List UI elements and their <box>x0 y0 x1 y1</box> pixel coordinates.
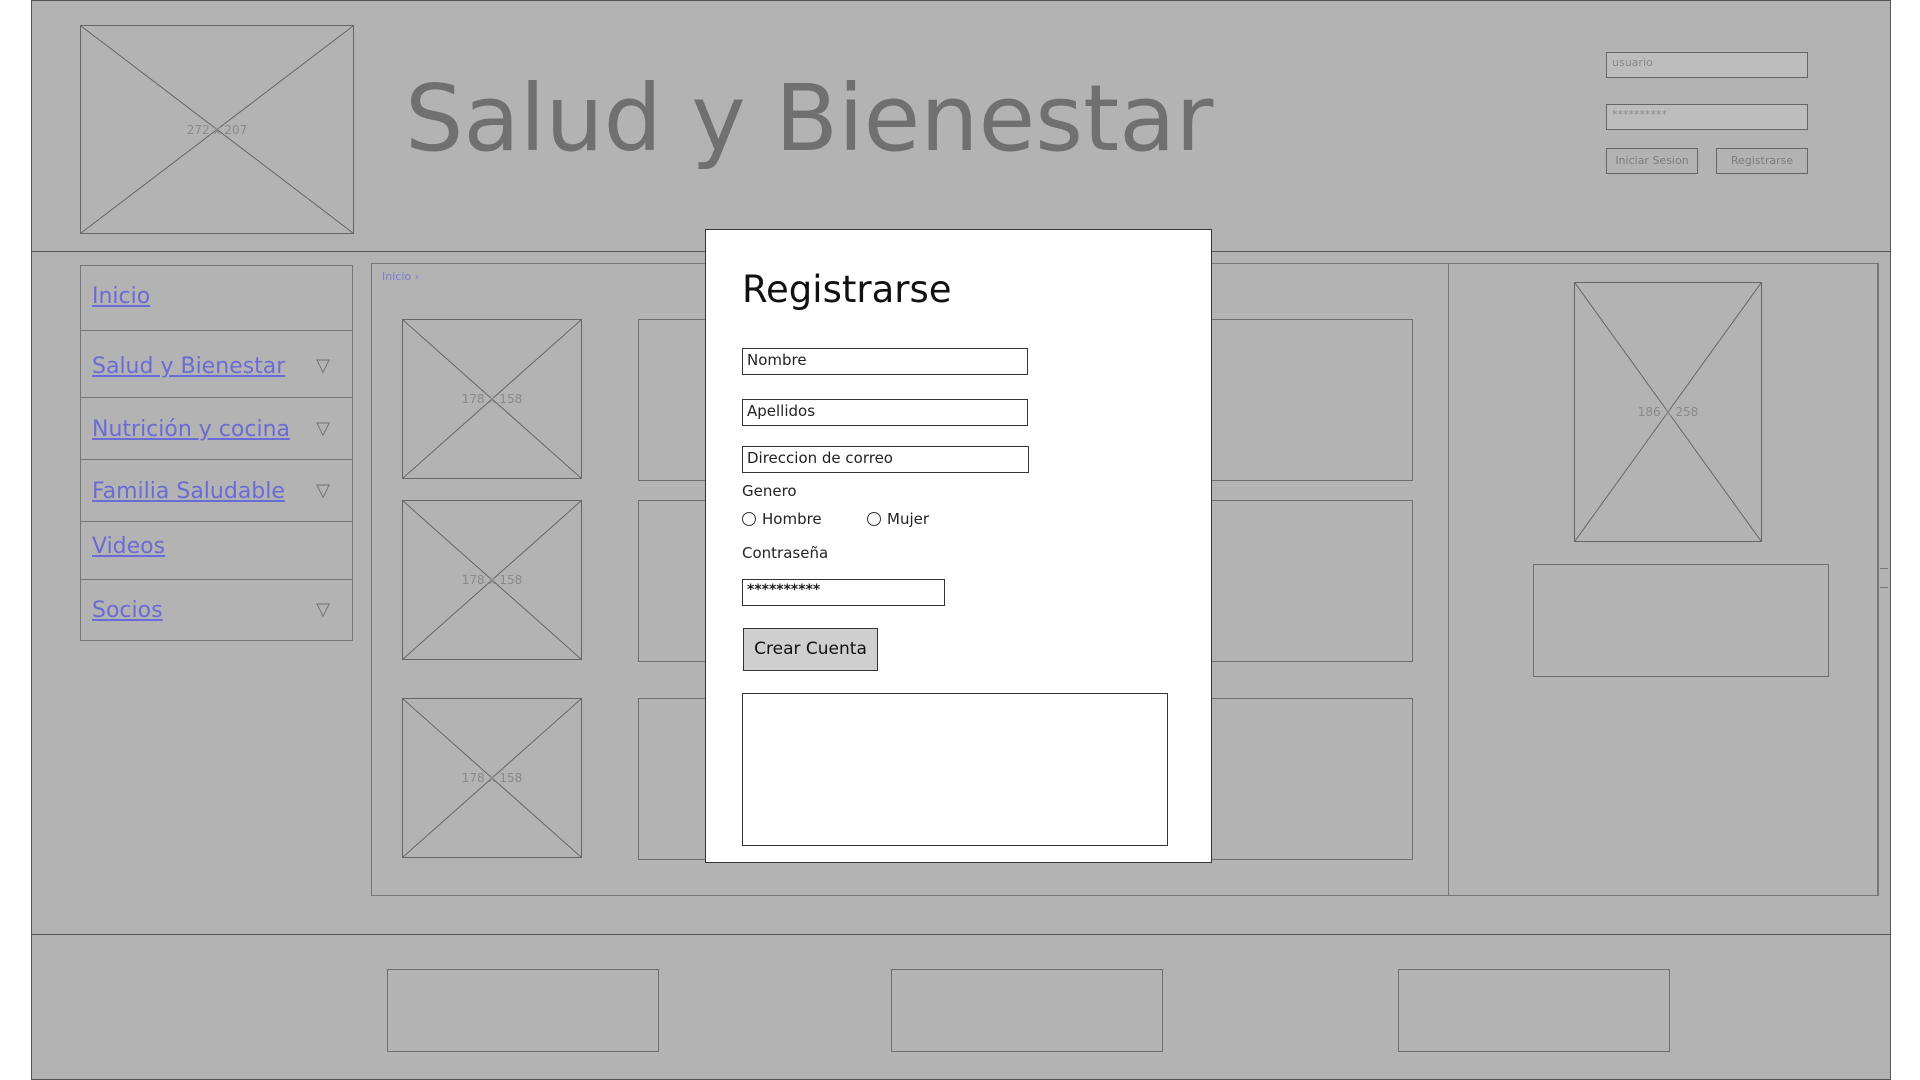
name-field[interactable]: Nombre <box>742 348 1028 375</box>
scrollbar-thumb-grip[interactable] <box>1880 568 1888 588</box>
thumb-dim-label: 178 x 158 <box>461 392 523 406</box>
chevron-down-icon: ▽ <box>316 418 330 439</box>
chevron-down-icon: ▽ <box>316 355 330 376</box>
thumbnail-image: 178 x 158 <box>402 698 582 858</box>
side-text-box <box>1533 564 1829 677</box>
sidebar-item-familia[interactable]: Familia Saludable ▽ <box>81 460 352 522</box>
chevron-down-icon: ▽ <box>316 599 330 620</box>
sidebar-item-salud[interactable]: Salud y Bienestar ▽ <box>81 331 352 398</box>
sidebar-item-label: Inicio <box>92 284 151 309</box>
side-image-dim-label: 186 x 258 <box>1637 405 1699 419</box>
sidebar-item-label: Socios <box>92 598 163 623</box>
message-textarea[interactable] <box>742 693 1168 846</box>
sidebar-item-videos[interactable]: Videos <box>81 522 352 580</box>
gender-label: Genero <box>742 482 797 500</box>
radio-hombre[interactable] <box>742 512 756 526</box>
create-account-button[interactable]: Crear Cuenta <box>743 628 878 671</box>
password-field[interactable]: ********** <box>742 579 945 606</box>
thumbnail-image: 178 x 158 <box>402 319 582 479</box>
radio-mujer-label: Mujer <box>887 510 930 528</box>
thumb-dim-label: 178 x 158 <box>461 573 523 587</box>
sidebar-item-label: Videos <box>92 534 166 559</box>
footer-box <box>891 969 1163 1052</box>
sidebar-item-label: Salud y Bienestar <box>92 354 286 379</box>
sidebar-item-label: Familia Saludable <box>92 479 285 504</box>
dialog-title: Registrarse <box>742 268 952 311</box>
email-field[interactable]: Direccion de correo <box>742 446 1029 473</box>
sidebar-item-label: Nutrición y cocina <box>92 417 290 442</box>
surname-field[interactable]: Apellidos <box>742 399 1028 426</box>
site-title: Salud y Bienestar <box>405 65 1214 172</box>
username-input[interactable]: usuario <box>1606 52 1808 78</box>
thumb-dim-label: 178 x 158 <box>461 771 523 785</box>
sidebar-item-inicio[interactable]: Inicio <box>81 266 352 331</box>
breadcrumb[interactable]: Inicio › <box>382 270 419 283</box>
logo-dim-label: 272 x 207 <box>186 122 248 137</box>
footer-box <box>1398 969 1670 1052</box>
sidebar-item-socios[interactable]: Socios ▽ <box>81 580 352 642</box>
password-input[interactable]: ********** <box>1606 104 1808 130</box>
logo-placeholder: 272 x 207 <box>80 25 354 234</box>
chevron-down-icon: ▽ <box>316 480 330 501</box>
login-button[interactable]: Iniciar Sesion <box>1606 148 1698 174</box>
sidebar-item-nutricion[interactable]: Nutrición y cocina ▽ <box>81 398 352 460</box>
footer-box <box>387 969 659 1052</box>
password-label: Contraseña <box>742 544 829 562</box>
register-button[interactable]: Registrarse <box>1716 148 1808 174</box>
sidebar-nav: Inicio Salud y Bienestar ▽ Nutrición y c… <box>80 265 353 641</box>
side-image-placeholder: 186 x 258 <box>1574 282 1762 542</box>
radio-mujer[interactable] <box>867 512 881 526</box>
radio-hombre-label: Hombre <box>762 510 822 528</box>
registration-dialog: Registrarse Nombre Apellidos Direccion d… <box>705 229 1212 863</box>
thumbnail-image: 178 x 158 <box>402 500 582 660</box>
